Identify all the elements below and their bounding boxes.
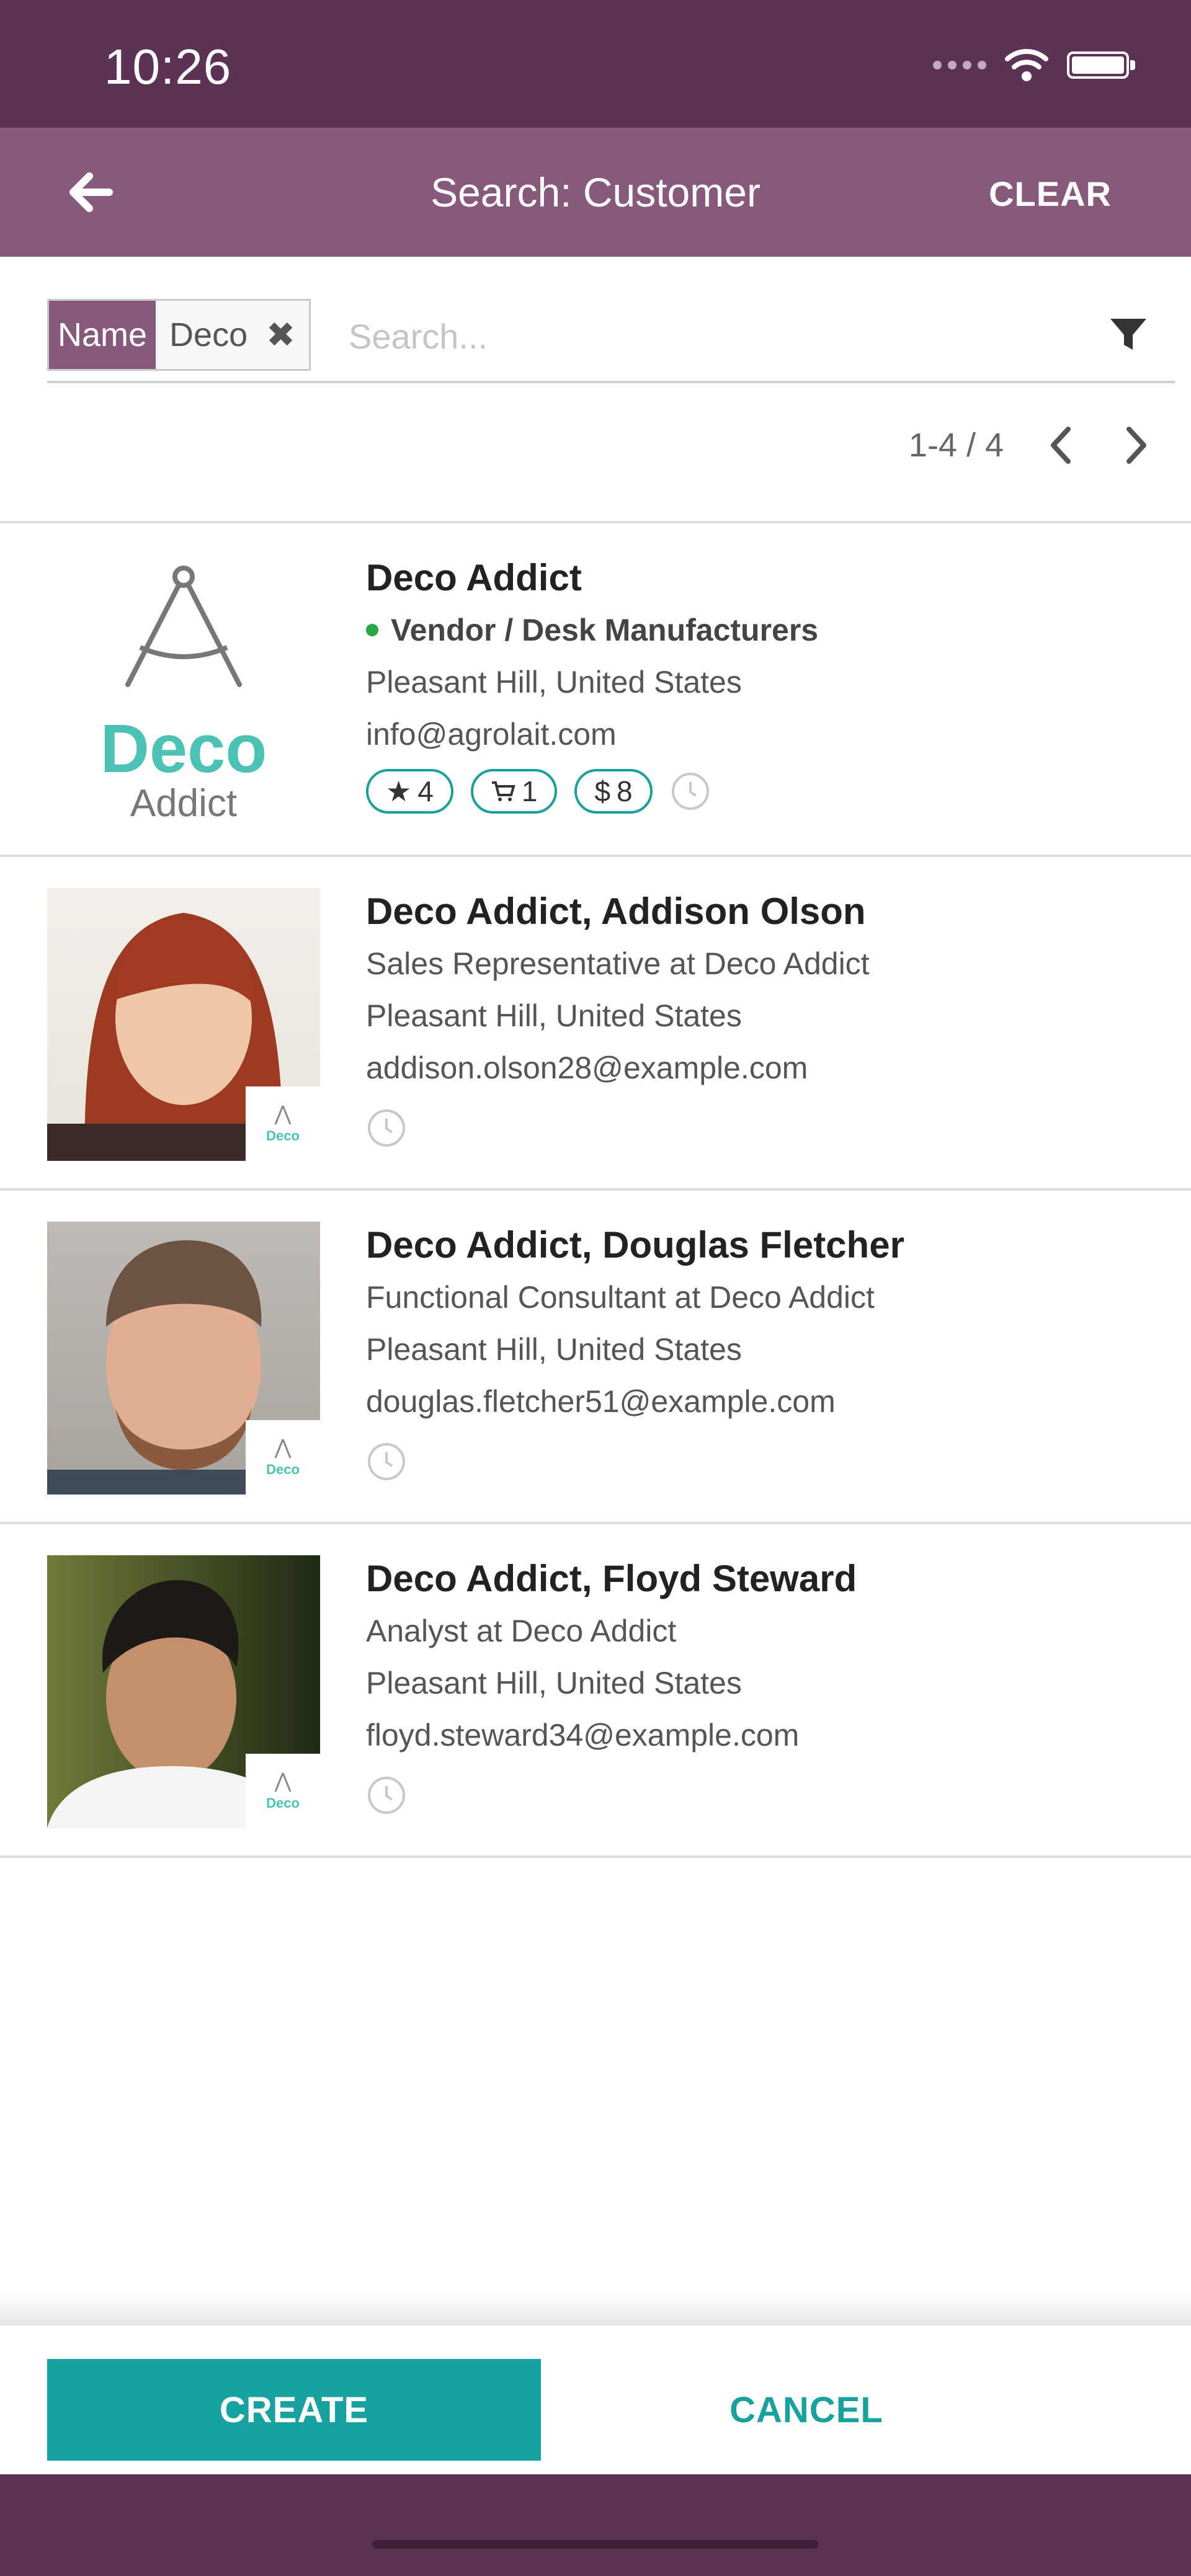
pager-value: 1-4 / 4 (908, 427, 1004, 464)
company-logo: Deco Addict (47, 554, 320, 827)
battery-icon (1067, 51, 1135, 79)
record-name: Deco Addict, Douglas Fletcher (366, 1224, 904, 1266)
mini-logo-text: Deco (266, 1128, 300, 1144)
sales-badge[interactable]: 1 (470, 769, 558, 814)
record-card[interactable]: Deco Addict Deco Addict Vendor / Desk Ma… (0, 523, 1191, 857)
activity-clock-icon[interactable] (670, 771, 711, 812)
search-facet: Name Deco ✖ (47, 299, 311, 371)
record-tag: Vendor / Desk Manufacturers (366, 604, 1154, 656)
contact-avatar: Deco (47, 1555, 320, 1828)
record-name: Deco Addict, Addison Olson (366, 890, 866, 932)
invoiced-badge-value: 8 (617, 775, 633, 807)
mini-logo-text: Deco (266, 1795, 300, 1811)
company-mini-logo: Deco (246, 1754, 320, 1828)
record-location: Pleasant Hill, United States (366, 665, 742, 700)
rating-badge[interactable]: ★ 4 (366, 769, 453, 814)
compass-icon (274, 1105, 292, 1125)
facet-value-container: Deco ✖ (156, 301, 310, 369)
record-location: Pleasant Hill, United States (366, 1332, 742, 1367)
record-name: Deco Addict, Floyd Steward (366, 1558, 857, 1599)
record-job: Analyst at Deco Addict (366, 1614, 677, 1648)
record-email: floyd.steward34@example.com (366, 1718, 800, 1752)
record-location: Pleasant Hill, United States (366, 1666, 742, 1700)
footer-shadow (0, 2294, 1191, 2325)
remove-facet-icon[interactable]: ✖ (266, 314, 295, 355)
company-mini-logo: Deco (246, 1420, 320, 1495)
record-info: Deco Addict Vendor / Desk Manufacturers … (366, 552, 1154, 814)
record-info: Deco Addict, Addison Olson Sales Represe… (366, 886, 1154, 1152)
invoiced-badge[interactable]: $ 8 (574, 769, 653, 814)
record-card[interactable]: Deco Deco Addict, Addison Olson Sales Re… (0, 857, 1191, 1191)
compass-icon (274, 1772, 292, 1792)
mini-logo-text: Deco (266, 1462, 300, 1477)
wifi-icon (1005, 49, 1048, 81)
search-bar: Name Deco ✖ (47, 295, 1175, 383)
compass-icon (274, 1439, 292, 1459)
record-job: Sales Representative at Deco Addict (366, 946, 870, 981)
cancel-button[interactable]: CANCEL (620, 2359, 993, 2461)
record-badges: ★ 4 1 $ 8 (366, 769, 1154, 814)
record-name: Deco Addict (366, 557, 582, 598)
record-tag-label: Vendor / Desk Manufacturers (391, 613, 819, 647)
filter-icon[interactable] (1107, 313, 1150, 356)
logo-text-addict: Addict (130, 782, 238, 825)
status-time: 10:26 (104, 39, 232, 94)
dollar-icon: $ (594, 775, 611, 807)
company-mini-logo: Deco (246, 1086, 320, 1161)
status-icons (933, 43, 1135, 87)
record-email: info@agrolait.com (366, 717, 617, 752)
top-navbar: Search: Customer CLEAR (0, 128, 1191, 257)
record-card[interactable]: Deco Deco Addict, Floyd Steward Analyst … (0, 1524, 1191, 1858)
facet-name: Name (49, 301, 156, 369)
create-button[interactable]: CREATE (47, 2359, 541, 2461)
footer-bar: CREATE CANCEL (0, 2325, 1191, 2474)
tag-dot-icon (366, 624, 378, 636)
pager: 1-4 / 4 (909, 414, 1155, 476)
home-indicator[interactable] (372, 2540, 819, 2549)
record-email: douglas.fletcher51@example.com (366, 1384, 836, 1419)
home-indicator-area (0, 2474, 1191, 2576)
chevron-left-icon (1051, 427, 1071, 464)
pager-next-button[interactable] (1118, 424, 1155, 467)
sales-badge-value: 1 (521, 775, 538, 807)
record-email: addison.olson28@example.com (366, 1050, 808, 1085)
activity-clock-icon[interactable] (366, 1775, 407, 1816)
star-icon: ★ (386, 775, 412, 807)
record-card[interactable]: Deco Deco Addict, Douglas Fletcher Funct… (0, 1191, 1191, 1524)
chevron-right-icon (1126, 427, 1146, 464)
pager-previous-button[interactable] (1042, 424, 1079, 467)
record-info: Deco Addict, Douglas Fletcher Functional… (366, 1219, 1154, 1485)
contact-avatar: Deco (47, 888, 320, 1161)
activity-clock-icon[interactable] (366, 1441, 407, 1482)
signal-icon (933, 61, 986, 69)
rating-badge-value: 4 (417, 775, 434, 807)
logo-text-deco: Deco (100, 711, 267, 787)
status-bar: 10:26 (0, 0, 1191, 128)
record-list: Deco Addict Deco Addict Vendor / Desk Ma… (0, 521, 1191, 1858)
clear-button[interactable]: CLEAR (989, 174, 1112, 214)
cart-icon (491, 781, 515, 801)
record-location: Pleasant Hill, United States (366, 998, 742, 1033)
record-job: Functional Consultant at Deco Addict (366, 1280, 875, 1315)
contact-avatar: Deco (47, 1222, 320, 1495)
record-info: Deco Addict, Floyd Steward Analyst at De… (366, 1553, 1154, 1819)
activity-clock-icon[interactable] (366, 1108, 407, 1148)
facet-value: Deco (169, 316, 248, 353)
search-input[interactable] (349, 311, 1031, 361)
